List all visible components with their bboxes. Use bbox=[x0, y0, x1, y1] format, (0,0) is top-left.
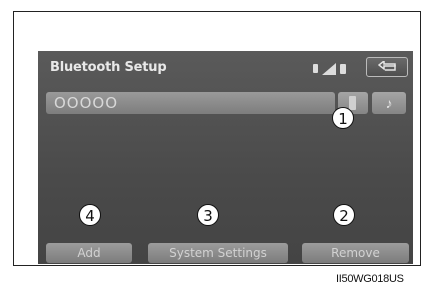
callout-4: 4 bbox=[79, 204, 101, 226]
callout-1: 1 bbox=[332, 107, 354, 129]
status-icons bbox=[313, 63, 361, 75]
bluetooth-setup-screen: Bluetooth Setup OOOOO ♪ Add System Setti… bbox=[38, 51, 413, 264]
system-settings-button[interactable]: System Settings bbox=[148, 243, 288, 263]
figure-code: II50WG018US bbox=[336, 273, 404, 285]
screen-title: Bluetooth Setup bbox=[50, 60, 167, 75]
callout-2: 2 bbox=[333, 204, 355, 226]
back-button[interactable] bbox=[366, 57, 408, 77]
figure-frame: Bluetooth Setup OOOOO ♪ Add System Setti… bbox=[13, 11, 421, 266]
phone-icon bbox=[349, 96, 356, 110]
phone-icon bbox=[313, 64, 318, 73]
music-icon: ♪ bbox=[385, 95, 393, 111]
remove-button[interactable]: Remove bbox=[302, 243, 409, 263]
signal-icon bbox=[322, 63, 336, 75]
back-icon bbox=[378, 61, 396, 71]
device-name: OOOOO bbox=[54, 94, 119, 112]
audio-connection-button[interactable]: ♪ bbox=[372, 92, 406, 114]
battery-icon bbox=[340, 64, 346, 74]
device-list-item[interactable]: OOOOO bbox=[46, 92, 335, 114]
add-button[interactable]: Add bbox=[46, 243, 132, 263]
callout-3: 3 bbox=[197, 204, 219, 226]
